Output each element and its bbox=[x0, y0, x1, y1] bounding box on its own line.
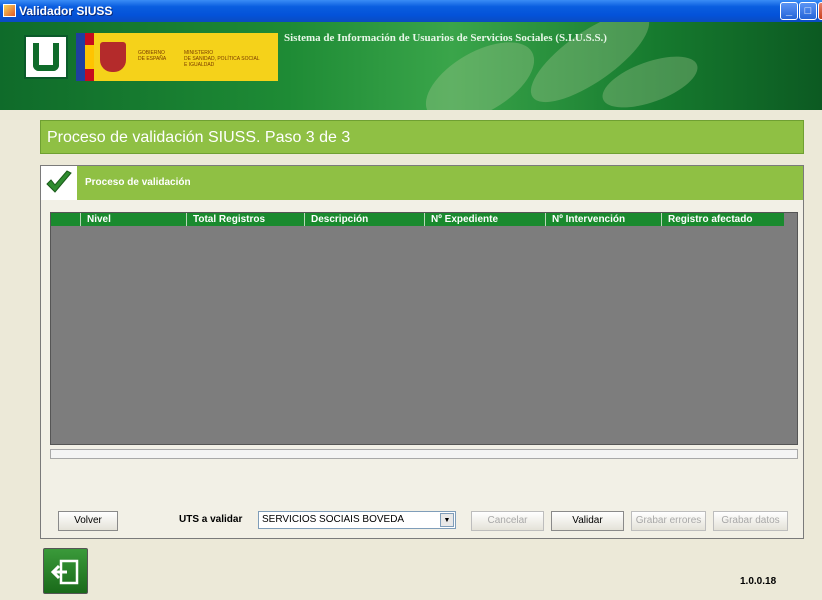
exit-icon bbox=[50, 559, 79, 585]
column-header-total-registros[interactable]: Total Registros bbox=[187, 213, 305, 226]
chevron-down-icon[interactable]: ▼ bbox=[440, 513, 454, 527]
window-title: Validador SIUSS bbox=[19, 4, 113, 18]
uts-select[interactable]: SERVICIOS SOCIAIS BOVEDA ▼ bbox=[258, 511, 456, 529]
cancel-button[interactable]: Cancelar bbox=[471, 511, 544, 531]
progress-bar bbox=[50, 449, 798, 459]
results-grid[interactable]: Nivel Total Registros Descripción Nº Exp… bbox=[50, 212, 798, 445]
column-header-registro-afectado[interactable]: Registro afectado bbox=[662, 213, 782, 226]
save-data-button[interactable]: Grabar datos bbox=[713, 511, 788, 531]
app-icon bbox=[3, 4, 16, 17]
uts-label: UTS a validar bbox=[179, 514, 243, 525]
check-icon bbox=[41, 166, 77, 200]
title-bar: Validador SIUSS _ □ ✕ bbox=[0, 0, 822, 22]
save-errors-button[interactable]: Grabar errores bbox=[631, 511, 706, 531]
column-header-intervencion[interactable]: Nº Intervención bbox=[546, 213, 662, 226]
uts-select-value: SERVICIOS SOCIAIS BOVEDA bbox=[262, 514, 405, 525]
grid-header: Nivel Total Registros Descripción Nº Exp… bbox=[51, 213, 784, 226]
column-header-expediente[interactable]: Nº Expediente bbox=[425, 213, 546, 226]
step-title: Proceso de validación SIUSS. Paso 3 de 3 bbox=[47, 129, 351, 146]
close-button[interactable]: ✕ bbox=[818, 2, 822, 20]
gov-line-2: MINISTERIO DE SANIDAD, POLÍTICA SOCIAL E… bbox=[184, 50, 260, 68]
coat-of-arms-icon bbox=[100, 42, 126, 72]
minimize-button[interactable]: _ bbox=[780, 2, 798, 20]
gov-line-1: GOBIERNO DE ESPAÑA bbox=[138, 50, 167, 62]
siuss-logo bbox=[24, 35, 68, 79]
banner: GOBIERNO DE ESPAÑA MINISTERIO DE SANIDAD… bbox=[0, 22, 822, 110]
step-header: Proceso de validación SIUSS. Paso 3 de 3 bbox=[40, 120, 804, 154]
column-header-nivel[interactable]: Nivel bbox=[81, 213, 187, 226]
section-header: Proceso de validación bbox=[41, 166, 803, 200]
maximize-button[interactable]: □ bbox=[799, 2, 817, 20]
validate-button[interactable]: Validar bbox=[551, 511, 624, 531]
column-header-descripcion[interactable]: Descripción bbox=[305, 213, 425, 226]
grid-row-header bbox=[51, 213, 81, 226]
validation-panel: Proceso de validación Nivel Total Regist… bbox=[40, 165, 804, 539]
banner-title: Sistema de Información de Usuarios de Se… bbox=[284, 32, 607, 44]
government-logo: GOBIERNO DE ESPAÑA MINISTERIO DE SANIDAD… bbox=[76, 33, 278, 81]
back-button[interactable]: Volver bbox=[58, 511, 118, 531]
section-title: Proceso de validación bbox=[85, 177, 191, 188]
version-label: 1.0.0.18 bbox=[740, 576, 777, 587]
exit-button[interactable] bbox=[43, 548, 88, 594]
